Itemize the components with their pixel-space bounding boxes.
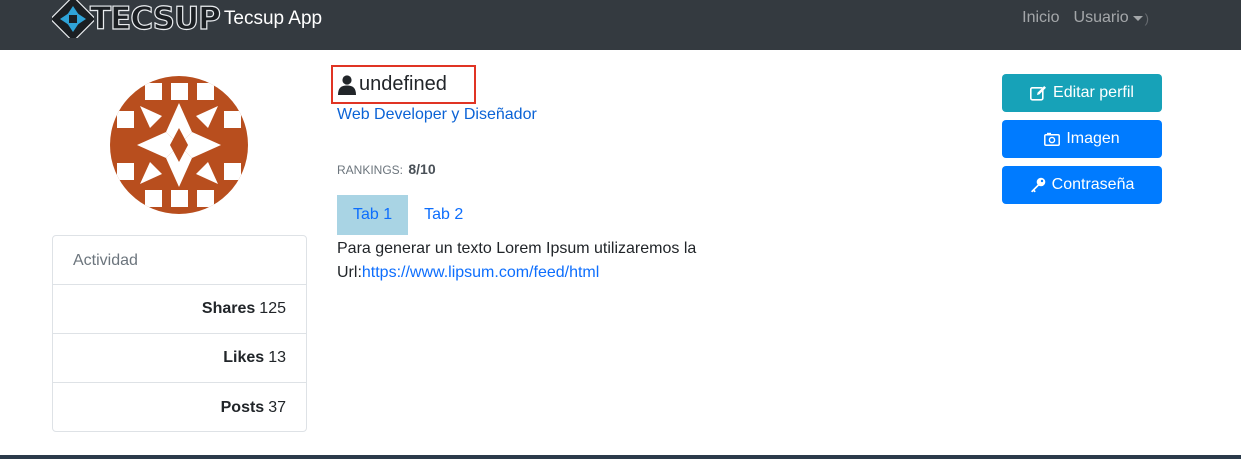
profile-role: Web Developer y Diseñador [337, 106, 537, 123]
lipsum-link[interactable]: https://www.lipsum.com/feed/html [362, 264, 599, 281]
edit-icon [1030, 86, 1047, 101]
edit-profile-button[interactable]: Editar perfil [1002, 74, 1162, 112]
image-button[interactable]: Imagen [1002, 120, 1162, 158]
nav-dropdown-usuario[interactable]: Usuario ) [1074, 9, 1149, 27]
activity-value: 37 [268, 398, 286, 416]
logo-emblem-icon [52, 0, 94, 38]
caret-down-icon [1132, 15, 1143, 21]
user-icon [338, 74, 356, 95]
activity-row-shares: Shares 125 [53, 285, 306, 334]
nav-links: Inicio Usuario ) [1022, 0, 1149, 36]
brand-name[interactable]: Tecsup App [224, 8, 322, 30]
activity-value: 13 [268, 349, 286, 366]
rankings-label: RANKINGS: [337, 163, 404, 177]
image-label: Imagen [1066, 130, 1120, 147]
password-label: Contraseña [1051, 176, 1135, 193]
activity-row-likes: Likes 13 [53, 334, 306, 383]
activity-row-posts: Posts 37 [53, 383, 306, 432]
footer-edge [0, 455, 1241, 459]
activity-value: 125 [259, 300, 286, 317]
username: undefined [359, 73, 447, 95]
camera-icon [1044, 132, 1061, 146]
nav-dropdown-label: Usuario [1073, 9, 1129, 26]
activity-label: Posts [220, 398, 265, 416]
brand[interactable]: TECSUP Tecsup App [52, 0, 322, 38]
logo-wordmark: TECSUP [89, 0, 221, 37]
key-icon [1030, 177, 1045, 193]
activity-header: Actividad [53, 236, 306, 285]
rankings-value: 8/10 [408, 161, 436, 177]
activity-label: Shares [201, 300, 256, 317]
tecsup-logo: TECSUP [52, 0, 221, 38]
password-button[interactable]: Contraseña [1002, 166, 1162, 204]
avatar-pattern-icon [110, 76, 248, 214]
rankings: RANKINGS: 8/10 [337, 161, 436, 177]
activity-card: Actividad Shares 125 Likes 13 Posts 37 [52, 235, 307, 432]
activity-label: Likes [223, 349, 265, 366]
tab-1[interactable]: Tab 1 [337, 195, 409, 235]
navbar: TECSUP Tecsup App Inicio Usuario ) [0, 0, 1241, 50]
nav-trailing: ) [1144, 10, 1149, 26]
tab-2[interactable]: Tab 2 [408, 195, 479, 235]
edit-profile-label: Editar perfil [1053, 84, 1134, 101]
profile-tabs: Tab 1 Tab 2 [337, 195, 479, 235]
username-heading: undefined [331, 65, 476, 104]
nav-link-inicio[interactable]: Inicio [1022, 9, 1059, 27]
avatar [110, 76, 248, 214]
tab-content: Para generar un texto Lorem Ipsum utiliz… [337, 237, 727, 285]
